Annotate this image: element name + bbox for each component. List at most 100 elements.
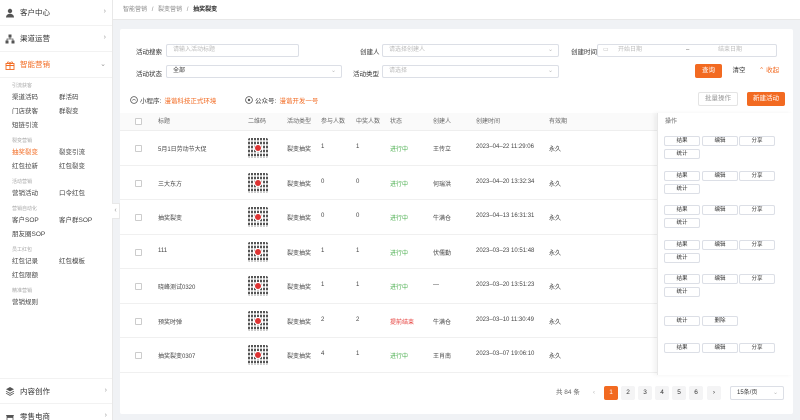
row-op-button[interactable]: 结果: [664, 274, 700, 284]
breadcrumb-item[interactable]: 裂变营销: [158, 7, 182, 13]
row-op-button[interactable]: 编辑: [702, 170, 738, 181]
pagination-page[interactable]: 4: [655, 386, 669, 400]
sidebar-group-fission: 裂变营销 抽奖裂变 裂变引流 红包拉新 红包裂变: [0, 136, 112, 174]
sidebar-item-lottery-fission[interactable]: 抽奖裂变: [12, 146, 59, 160]
sidebar-group-title: 员工红包: [12, 247, 33, 253]
row-created-time: 2023–03–23 10:51:48: [476, 247, 535, 254]
row-op-button[interactable]: 编辑: [702, 136, 738, 146]
sidebar-item-customer-sop[interactable]: 客户SOP: [12, 214, 59, 228]
row-op-button[interactable]: 统计: [664, 149, 700, 159]
chevron-right-icon: ›: [104, 387, 107, 394]
sidebar-item-redpacket-limit[interactable]: 红包限额: [12, 269, 59, 283]
sidebar-menu-smart-marketing[interactable]: 智能营销 ⌄: [0, 52, 112, 78]
sidebar-menu-content[interactable]: 内容创作 ›: [0, 378, 112, 404]
row-op-button[interactable]: 结果: [664, 205, 700, 215]
chevron-right-icon: ›: [104, 412, 107, 419]
sidebar-menu-label: 内容创作: [20, 386, 50, 396]
new-activity-button[interactable]: 新建活动: [747, 92, 785, 106]
row-op-button[interactable]: 结果: [664, 170, 700, 181]
sidebar-item-password-redpacket[interactable]: 口令红包: [59, 187, 106, 201]
row-op-button[interactable]: 分享: [739, 274, 775, 284]
type-select[interactable]: 请选择 ⌄: [382, 65, 559, 78]
row-op-button[interactable]: 分享: [739, 239, 775, 250]
row-op-button[interactable]: 分享: [739, 205, 775, 215]
collapse-filters-button[interactable]: ⌃ 收起: [753, 64, 785, 78]
row-checkbox[interactable]: [135, 179, 142, 187]
qr-logo-icon: [254, 144, 262, 152]
sidebar-item-group-code[interactable]: 群活码: [59, 91, 106, 105]
row-op-button[interactable]: 分享: [739, 136, 775, 146]
row-created-time: 2023–03–10 11:30:49: [476, 316, 534, 323]
row-op-button[interactable]: 结果: [664, 343, 700, 353]
official-account-link[interactable]: 漫谐开发一号: [279, 95, 318, 105]
pagination-next[interactable]: ›: [707, 386, 721, 400]
clear-button[interactable]: 清空: [727, 64, 751, 78]
row-creator: 何瑞洪: [433, 181, 452, 188]
pagination-page[interactable]: 6: [689, 386, 703, 400]
pagination-page[interactable]: 3: [638, 386, 652, 400]
row-op-button[interactable]: 编辑: [702, 274, 738, 284]
sidebar-item-short-link[interactable]: 短链引流: [12, 119, 59, 133]
sidebar-item-redpacket-new[interactable]: 红包拉新: [12, 160, 59, 174]
status-select[interactable]: 全部 ⌄: [166, 65, 342, 78]
pagination-prev[interactable]: ‹: [587, 386, 601, 400]
sidebar-item-marketing-activity[interactable]: 营销活动: [12, 187, 59, 201]
sidebar-item-group-fission[interactable]: 群裂变: [59, 105, 106, 119]
batch-operation-button[interactable]: 批量操作: [698, 92, 738, 106]
sidebar-item-moments-sop[interactable]: 朋友圈SOP: [12, 228, 59, 242]
row-op-button[interactable]: 统计: [664, 252, 700, 263]
table-row: 抽奖裂变0307 裂变抽奖 4 1 进行中 王肖南 2023–03–07 19:06:10 永…: [120, 338, 658, 373]
breadcrumb-item[interactable]: 智能营销: [123, 7, 147, 13]
creator-select[interactable]: 请选择创建人 ⌄: [382, 44, 559, 57]
select-all-checkbox[interactable]: [135, 118, 142, 125]
row-op-button[interactable]: 编辑: [702, 343, 738, 353]
shop-icon: [5, 412, 15, 420]
sidebar-item-marketing-rules[interactable]: 营销规则: [12, 296, 59, 310]
row-participants: 1: [321, 247, 325, 254]
row-checkbox[interactable]: [135, 283, 142, 291]
pagination-page[interactable]: 2: [621, 386, 635, 400]
sidebar-item-channel-code[interactable]: 渠道活码: [12, 91, 59, 105]
row-op-button[interactable]: 统计: [664, 183, 700, 194]
row-op-button[interactable]: 删除: [702, 315, 738, 326]
sidebar-menu-customer-center[interactable]: 客户中心 ›: [0, 0, 112, 26]
created-time-range[interactable]: ▭ 开始日期 – 结束日期: [597, 44, 777, 57]
row-op-button[interactable]: 结果: [664, 136, 700, 146]
sidebar-menu-channel-ops[interactable]: 渠道运营 ›: [0, 26, 112, 52]
sidebar-item-group-sop[interactable]: 客户群SOP: [59, 214, 106, 228]
row-participants: 1: [321, 282, 325, 289]
row-status: 进行中: [390, 250, 409, 257]
row-op-button[interactable]: 统计: [664, 315, 700, 326]
row-checkbox[interactable]: [135, 352, 142, 360]
row-op-button[interactable]: 编辑: [702, 205, 738, 215]
row-checkbox[interactable]: [135, 145, 142, 153]
pagination-page[interactable]: 5: [672, 386, 686, 400]
row-winners: 0: [356, 213, 360, 220]
row-checkbox[interactable]: [135, 248, 142, 256]
row-checkbox[interactable]: [135, 214, 142, 222]
chevron-right-icon: ›: [103, 8, 106, 15]
miniprogram-link[interactable]: 漫谐科技正式环境: [164, 95, 216, 105]
sidebar-item-fission-lead[interactable]: 裂变引流: [59, 146, 106, 160]
sidebar-item-redpacket-fission[interactable]: 红包裂变: [59, 160, 106, 174]
sidebar-item-store-acquisition[interactable]: 门店获客: [12, 105, 59, 119]
activity-search-input[interactable]: 请输入活动标题: [166, 44, 299, 57]
row-winners: 1: [356, 282, 360, 289]
row-op-button[interactable]: 结果: [664, 239, 700, 250]
query-button[interactable]: 查询: [695, 64, 722, 78]
row-validity: 永久: [549, 147, 562, 154]
sidebar-item-redpacket-template[interactable]: 红包模板: [59, 255, 106, 269]
page-size-select[interactable]: 15条/页 ⌄: [730, 386, 784, 400]
row-op-button[interactable]: 统计: [664, 287, 700, 297]
sidebar-menu-retail[interactable]: 零售电商 ›: [0, 404, 112, 420]
sidebar-collapse-toggle[interactable]: ‹: [112, 203, 120, 219]
pagination-total: 共 84 条: [556, 389, 580, 396]
row-op-button[interactable]: 分享: [739, 170, 775, 181]
qr-code-image: [248, 207, 268, 227]
row-op-button[interactable]: 统计: [664, 218, 700, 228]
sidebar-item-redpacket-record[interactable]: 红包记录: [12, 255, 59, 269]
pagination-page[interactable]: 1: [604, 386, 618, 400]
row-checkbox[interactable]: [135, 317, 142, 325]
row-op-button[interactable]: 编辑: [702, 239, 738, 250]
row-op-button[interactable]: 分享: [739, 343, 775, 353]
